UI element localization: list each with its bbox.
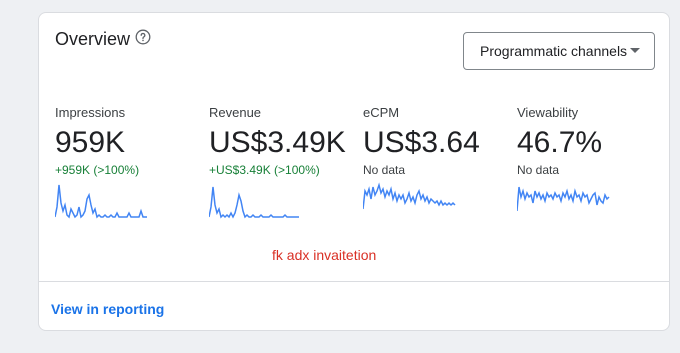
metric-label: Impressions	[55, 105, 126, 120]
card-title: Overview	[55, 29, 131, 49]
metric-change: +959K (>100%)	[55, 163, 140, 177]
metric-label: Revenue	[209, 105, 262, 120]
ecpm-sparkline	[363, 182, 456, 210]
view-in-reporting-link[interactable]: View in reporting	[51, 301, 164, 317]
impressions-sparkline	[55, 184, 147, 219]
viewability-sparkline	[517, 186, 610, 212]
footer-divider	[39, 281, 669, 282]
metric-change: +US$3.49K (>100%)	[209, 163, 320, 177]
channel-dropdown-label: Programmatic channels	[480, 43, 628, 59]
metric-label: eCPM	[363, 105, 400, 120]
metric-value: US$3.64	[363, 126, 480, 159]
metric-change: No data	[517, 163, 560, 177]
caret-down-icon	[630, 48, 640, 53]
metric-impressions[interactable]: Impressions 959K +959K (>100%)	[55, 105, 205, 178]
channel-dropdown[interactable]: Programmatic channels	[463, 32, 655, 70]
help-circle-icon[interactable]	[135, 29, 151, 45]
metric-label: Viewability	[517, 105, 579, 120]
metric-value: 46.7%	[517, 126, 603, 159]
metric-change: No data	[363, 163, 406, 177]
annotation-text: fk adx invaitetion	[272, 247, 377, 263]
metric-ecpm[interactable]: eCPM US$3.64 No data	[363, 105, 513, 178]
metric-value: 959K	[55, 126, 126, 159]
metric-viewability[interactable]: Viewability 46.7% No data	[517, 105, 667, 178]
overview-card: Overview Programmatic channels Impressio…	[38, 12, 670, 331]
metric-revenue[interactable]: Revenue US$3.49K +US$3.49K (>100%)	[209, 105, 359, 178]
metric-value: US$3.49K	[209, 126, 346, 159]
revenue-sparkline	[209, 186, 299, 219]
